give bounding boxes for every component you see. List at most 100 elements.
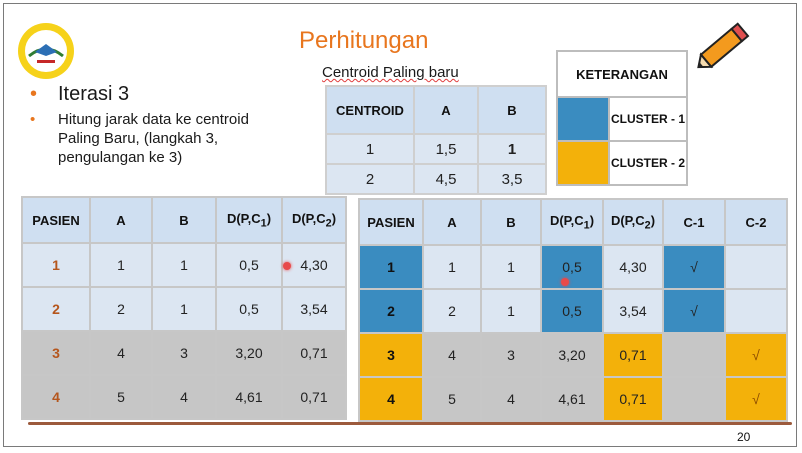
cell: 1 bbox=[480, 244, 542, 290]
cell: 2 bbox=[21, 286, 91, 332]
bullet-dot: • bbox=[30, 83, 38, 105]
cell: 4,61 bbox=[540, 376, 604, 422]
cell: 3,20 bbox=[215, 330, 283, 376]
bullet-iterasi: • Iterasi 3 bbox=[30, 83, 130, 105]
university-logo-icon bbox=[18, 23, 74, 79]
col-header: A bbox=[422, 198, 482, 246]
cell: 4 bbox=[422, 332, 482, 378]
check-mark: √ bbox=[662, 244, 726, 290]
table-row: 2 2 1 0,5 3,54 bbox=[21, 286, 347, 332]
cell: 3,54 bbox=[281, 286, 347, 332]
col-header: CENTROID bbox=[325, 85, 415, 135]
cell: 2 bbox=[422, 288, 482, 334]
table-row: 4 5 4 4,61 0,71 bbox=[21, 374, 347, 420]
cell: 0,5 bbox=[215, 286, 283, 332]
distance-table-right: PASIEN A B D(P,C1) D(P,C2) C-1 C-2 1 1 1… bbox=[358, 198, 788, 422]
col-header: A bbox=[413, 85, 479, 135]
cell: 0,5 bbox=[540, 244, 604, 290]
distance-table-left: PASIEN A B D(P,C1) D(P,C2) 1 1 1 0,5 4,3… bbox=[21, 196, 347, 420]
cell: 4 bbox=[21, 374, 91, 420]
cluster2-swatch bbox=[556, 140, 610, 186]
table-row: 2 2 1 0,5 3,54 √ bbox=[358, 288, 788, 334]
cell: 4 bbox=[358, 376, 424, 422]
cell: 0,5 bbox=[215, 242, 283, 288]
col-header: B bbox=[477, 85, 547, 135]
cell: 1 bbox=[358, 244, 424, 290]
legend-table: KETERANGAN CLUSTER - 1 CLUSTER - 2 bbox=[556, 50, 688, 186]
cell: 1 bbox=[480, 288, 542, 334]
cell: 2 bbox=[325, 163, 415, 195]
cell: 3 bbox=[480, 332, 542, 378]
col-header: C-2 bbox=[724, 198, 788, 246]
cluster1-swatch bbox=[556, 96, 610, 142]
col-header: D(P,C2) bbox=[602, 198, 664, 246]
cell: 4,30 bbox=[281, 242, 347, 288]
centroid-subtitle: Centroid Paling baru bbox=[322, 64, 459, 81]
cell: 3,20 bbox=[540, 332, 604, 378]
cell: 3 bbox=[358, 332, 424, 378]
bullet-instruction: • Hitung jarak data ke centroid Paling Bar… bbox=[30, 111, 249, 166]
check-mark: √ bbox=[724, 332, 788, 378]
annotation-underline bbox=[28, 422, 792, 425]
cell: 5 bbox=[89, 374, 153, 420]
col-header: C-1 bbox=[662, 198, 726, 246]
laser-pointer-dot bbox=[283, 262, 291, 270]
cell bbox=[662, 376, 726, 422]
pencil-icon bbox=[697, 22, 750, 69]
table-row: 2 4,5 3,5 bbox=[325, 163, 547, 195]
col-header: B bbox=[480, 198, 542, 246]
cell: 0,71 bbox=[602, 332, 664, 378]
cell: 4,30 bbox=[602, 244, 664, 290]
cell: 3,5 bbox=[477, 163, 547, 195]
table-row: 1 1 1 0,5 4,30 √ bbox=[358, 244, 788, 290]
bullet-dot: • bbox=[30, 111, 36, 128]
col-header: B bbox=[151, 196, 217, 244]
table-row: 4 5 4 4,61 0,71 √ bbox=[358, 376, 788, 422]
col-header: PASIEN bbox=[358, 198, 424, 246]
cell: 0,71 bbox=[281, 374, 347, 420]
col-header: D(P,C1) bbox=[540, 198, 604, 246]
cell: 2 bbox=[89, 286, 153, 332]
laser-pointer-dot bbox=[561, 278, 569, 286]
check-mark: √ bbox=[724, 376, 788, 422]
cell: 3 bbox=[151, 330, 217, 376]
bullet-list: • Iterasi 3 • Hitung jarak data ke centroi… bbox=[26, 83, 316, 167]
check-mark: √ bbox=[662, 288, 726, 334]
legend-label: CLUSTER - 2 bbox=[608, 140, 688, 186]
cell: 0,71 bbox=[602, 376, 664, 422]
cell: 3 bbox=[21, 330, 91, 376]
cell bbox=[724, 244, 788, 290]
table-row: 3 4 3 3,20 0,71 bbox=[21, 330, 347, 376]
table-row: 3 4 3 3,20 0,71 √ bbox=[358, 332, 788, 378]
legend-label: CLUSTER - 1 bbox=[608, 96, 688, 142]
cell: 4 bbox=[480, 376, 542, 422]
cell: 1 bbox=[477, 133, 547, 165]
cell: 1 bbox=[422, 244, 482, 290]
cell: 1 bbox=[89, 242, 153, 288]
cell: 3,54 bbox=[602, 288, 664, 334]
cell: 0,5 bbox=[540, 288, 604, 334]
cell: 1 bbox=[21, 242, 91, 288]
cell: 4 bbox=[151, 374, 217, 420]
cell: 1,5 bbox=[413, 133, 479, 165]
col-header: D(P,C1) bbox=[215, 196, 283, 244]
col-header: A bbox=[89, 196, 153, 244]
page-number: 20 bbox=[737, 430, 751, 444]
legend-header: KETERANGAN bbox=[556, 50, 688, 98]
cell: 1 bbox=[151, 242, 217, 288]
cell bbox=[724, 288, 788, 334]
cell: 1 bbox=[151, 286, 217, 332]
slide-title: Perhitungan bbox=[299, 27, 429, 54]
cell: 5 bbox=[422, 376, 482, 422]
centroid-table: CENTROID A B 1 1,5 1 2 4,5 3,5 bbox=[325, 85, 547, 195]
cell bbox=[662, 332, 726, 378]
cell: 2 bbox=[358, 288, 424, 334]
cell: 4,5 bbox=[413, 163, 479, 195]
cell: 4 bbox=[89, 330, 153, 376]
col-header: D(P,C2) bbox=[281, 196, 347, 244]
col-header: PASIEN bbox=[21, 196, 91, 244]
cell: 4,61 bbox=[215, 374, 283, 420]
table-row: 1 1,5 1 bbox=[325, 133, 547, 165]
cell: 1 bbox=[325, 133, 415, 165]
table-row: 1 1 1 0,5 4,30 bbox=[21, 242, 347, 288]
